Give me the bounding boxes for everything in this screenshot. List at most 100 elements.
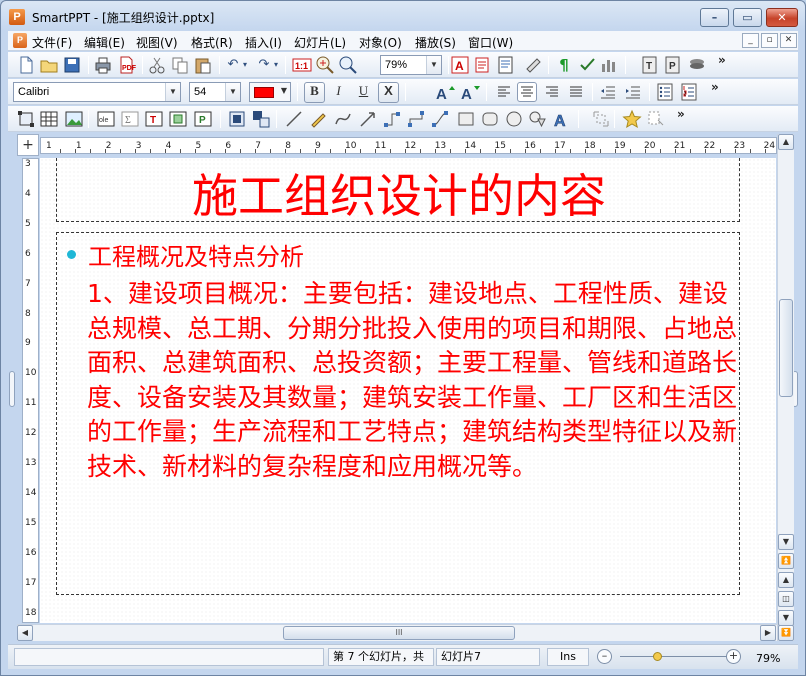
select-object-icon[interactable]	[16, 109, 36, 129]
formula-icon[interactable]: Σ	[120, 109, 140, 129]
picture-icon[interactable]	[64, 109, 84, 129]
horizontal-ruler[interactable]: 1 1 2 3 4 5 6 7 8 9 10 11 12 13 14 15 16 17 18 19 20 21 22 23 24…	[40, 137, 777, 154]
edit-text-icon[interactable]	[473, 55, 493, 75]
bullet-list-icon[interactable]	[655, 82, 675, 102]
left-panel-grip[interactable]	[9, 371, 15, 407]
decrease-indent-icon[interactable]	[598, 82, 618, 102]
font-color-icon[interactable]: A	[450, 55, 470, 75]
chevron-down-icon[interactable]: ▼	[426, 56, 441, 74]
align-center-icon[interactable]	[517, 82, 537, 102]
close-button[interactable]: ✕	[766, 8, 798, 27]
menu-play[interactable]: 播放(S)	[415, 34, 456, 51]
copy-icon[interactable]	[170, 55, 190, 75]
new-document-icon[interactable]	[16, 55, 36, 75]
print-icon[interactable]	[93, 55, 113, 75]
title-placeholder[interactable]: 施工组织设计的内容	[56, 158, 740, 223]
actual-size-icon[interactable]: 1:1	[292, 55, 312, 75]
ruler-origin-button[interactable]: +	[17, 134, 39, 156]
status-insert-mode[interactable]: Ins	[547, 648, 589, 666]
table-icon[interactable]	[39, 109, 59, 129]
curve-tool-icon[interactable]	[333, 109, 353, 129]
line-tool-icon[interactable]	[284, 109, 304, 129]
toolbar-overflow-icon[interactable]: »	[677, 107, 685, 121]
vertical-ruler[interactable]: 3 4 5 6 7 8 9 10 11 12 13 14 15 16 17 18	[22, 158, 39, 623]
slide-layout-icon[interactable]: P	[663, 55, 683, 75]
maximize-button[interactable]: ▭	[733, 8, 762, 27]
animation-star-icon[interactable]	[622, 109, 642, 129]
format-painter-icon[interactable]	[523, 55, 543, 75]
frame-icon[interactable]	[168, 109, 188, 129]
minimize-button[interactable]: –	[700, 8, 729, 27]
doc-restore-button[interactable]: ▫	[761, 33, 778, 48]
doc-minimize-button[interactable]: _	[742, 33, 759, 48]
numbered-list-icon[interactable]	[679, 82, 699, 102]
menu-window[interactable]: 窗口(W)	[468, 34, 513, 51]
page-frame-icon[interactable]: P	[193, 109, 213, 129]
scroll-up-button[interactable]: ▲	[778, 134, 794, 150]
rounded-rectangle-icon[interactable]	[480, 109, 500, 129]
menu-object[interactable]: 对象(O)	[359, 34, 402, 51]
align-objects-icon[interactable]	[591, 109, 611, 129]
menu-view[interactable]: 视图(V)	[136, 34, 178, 51]
menu-insert[interactable]: 插入(I)	[245, 34, 282, 51]
menu-slide[interactable]: 幻灯片(L)	[294, 34, 346, 51]
pdf-export-icon[interactable]: PDF	[116, 55, 137, 75]
connector-icon[interactable]	[382, 109, 402, 129]
find-icon[interactable]	[338, 55, 358, 75]
scroll-right-button[interactable]: ▶	[760, 625, 776, 641]
stack-icon[interactable]	[687, 55, 707, 75]
toolbar-overflow-icon[interactable]: »	[711, 80, 719, 94]
arrow-tool-icon[interactable]	[358, 109, 378, 129]
align-left-icon[interactable]	[494, 82, 514, 102]
slide-title[interactable]: 施工组织设计的内容	[57, 160, 741, 226]
shapes-icon[interactable]	[528, 109, 548, 129]
scroll-left-button[interactable]: ◀	[17, 625, 33, 641]
increase-font-size-icon[interactable]: A	[435, 82, 455, 103]
previous-slide-button[interactable]: ▲	[778, 572, 794, 588]
decrease-font-size-icon[interactable]: A	[460, 82, 480, 103]
title-bar[interactable]: P SmartPPT - [施工组织设计.pptx] – ▭ ✕	[1, 1, 805, 32]
underline-button[interactable]: U	[353, 82, 374, 103]
paste-icon[interactable]	[193, 55, 213, 75]
pencil-icon[interactable]	[308, 109, 328, 129]
scroll-down-button[interactable]: ▼	[778, 534, 794, 550]
strikethrough-button[interactable]: X	[378, 82, 399, 103]
chart-icon[interactable]	[599, 55, 619, 75]
text-box-icon[interactable]	[496, 55, 516, 75]
next-slide-button[interactable]: ▼	[778, 610, 794, 626]
redo-dropdown-icon[interactable]: ▾	[271, 55, 281, 75]
zoom-in-button[interactable]: +	[726, 649, 741, 664]
custom-animation-icon[interactable]	[646, 109, 666, 129]
rectangle-icon[interactable]	[456, 109, 476, 129]
save-icon[interactable]	[62, 55, 82, 75]
font-size-select[interactable]: 54 ▼	[189, 82, 241, 102]
justify-icon[interactable]	[566, 82, 586, 102]
menu-edit[interactable]: 编辑(E)	[84, 34, 125, 51]
first-slide-button[interactable]: ⏫	[778, 553, 794, 569]
open-folder-icon[interactable]	[39, 55, 59, 75]
bullet-heading[interactable]: 工程概况及特点分析	[88, 237, 304, 272]
zoom-slider-track[interactable]	[620, 656, 728, 657]
align-right-icon[interactable]	[542, 82, 562, 102]
curved-connector-icon[interactable]	[430, 109, 450, 129]
zoom-select[interactable]: 79% ▼	[380, 55, 442, 75]
elbow-connector-icon[interactable]	[406, 109, 426, 129]
vertical-scrollbar[interactable]: ▲ ▼ ⏫ ▲ ◫ ▼ ⏬	[777, 134, 794, 641]
undo-dropdown-icon[interactable]: ▾	[240, 55, 250, 75]
increase-indent-icon[interactable]	[623, 82, 643, 102]
paragraph-mark-icon[interactable]: ¶	[554, 55, 574, 75]
horizontal-scroll-thumb[interactable]: III	[283, 626, 515, 640]
document-icon[interactable]: P	[13, 33, 27, 48]
chevron-down-icon[interactable]: ▼	[165, 83, 180, 101]
content-placeholder[interactable]: 工程概况及特点分析 1、建设项目概况：主要包括：建设地点、工程性质、建设总规模、…	[56, 232, 740, 595]
body-paragraph[interactable]: 1、建设项目概况：主要包括：建设地点、工程性质、建设总规模、总工期、分期分批投入…	[87, 277, 737, 484]
group-icon[interactable]	[227, 109, 247, 129]
chevron-down-icon[interactable]: ▼	[281, 86, 287, 95]
ungroup-icon[interactable]	[251, 109, 271, 129]
zoom-in-icon[interactable]	[315, 55, 335, 75]
last-slide-button[interactable]: ⏬	[778, 625, 794, 641]
vertical-scroll-thumb[interactable]	[779, 299, 793, 397]
cut-icon[interactable]	[147, 55, 167, 75]
font-select[interactable]: Calibri ▼	[13, 82, 181, 102]
horizontal-scrollbar[interactable]: ◀ III ▶	[17, 624, 777, 641]
